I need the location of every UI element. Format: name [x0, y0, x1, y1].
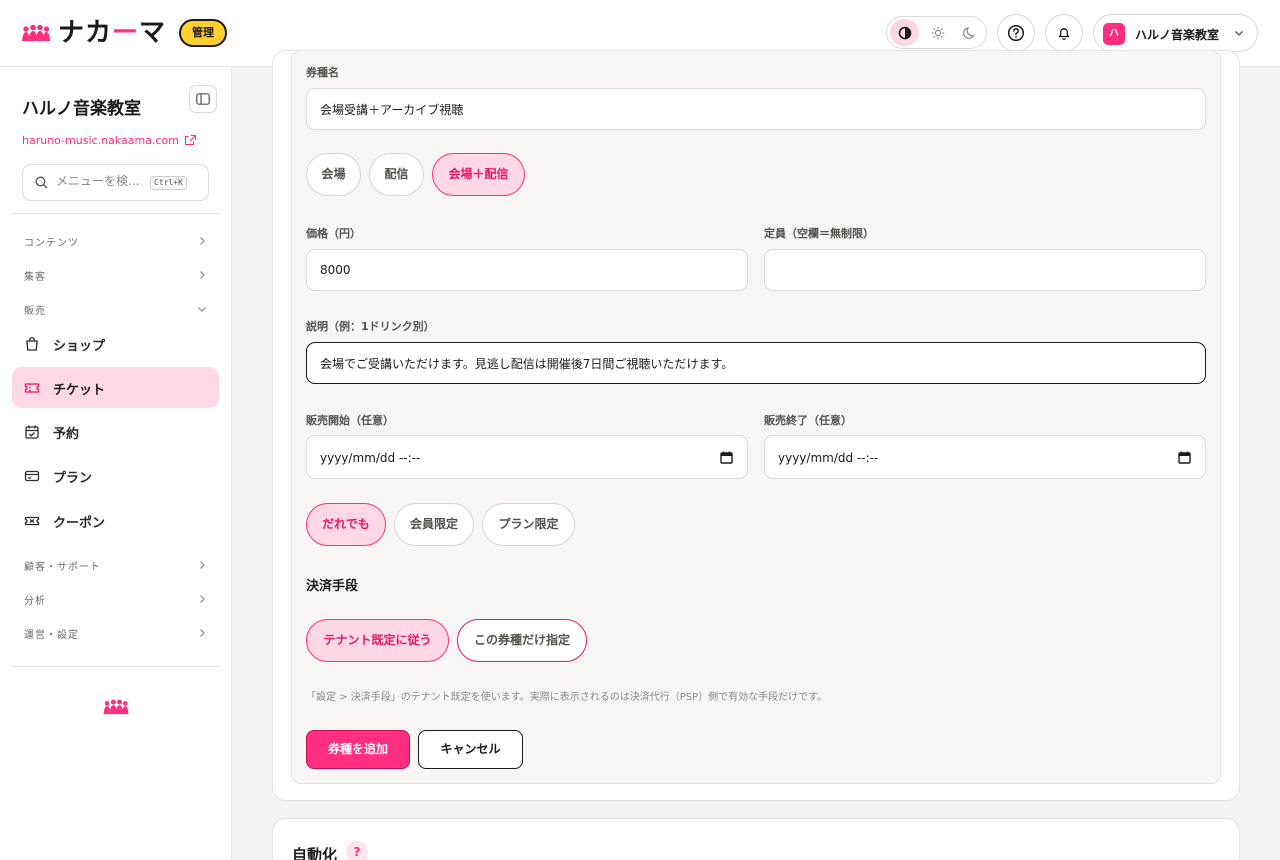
price-label: 価格（円）	[306, 227, 361, 240]
format-option-stream[interactable]: 配信	[369, 153, 424, 196]
sidebar-item-ticket[interactable]: チケット	[12, 367, 219, 408]
payment-method-heading: 決済手段	[306, 579, 359, 594]
chevron-right-icon	[200, 595, 205, 603]
nav-group-sales[interactable]: 販売	[12, 300, 219, 320]
theme-switcher	[886, 16, 987, 49]
payment-hint: 「設定 > 決済手段」のテナント既定を使います。実際に表示されるのは決済代行（P…	[306, 692, 828, 703]
sidebar-item-reservation[interactable]: 予約	[12, 411, 219, 452]
format-option-venue[interactable]: 会場	[306, 153, 361, 196]
coupon-icon	[24, 516, 40, 526]
sidebar-panel-icon	[196, 93, 210, 105]
ticket-name-label: 券種名	[306, 66, 339, 79]
calendar-icon	[720, 451, 733, 464]
chevron-right-icon	[200, 237, 205, 245]
date-placeholder: yyyy/mm/dd --:--	[320, 451, 421, 465]
nav-group-analytics[interactable]: 分析	[12, 590, 219, 610]
sidebar-item-label: クーポン	[53, 516, 106, 531]
contrast-icon	[898, 26, 911, 39]
site-domain-text: haruno-music.nakaama.com	[22, 134, 179, 147]
sale-end-label: 販売終了（任意）	[764, 414, 852, 427]
admin-badge: 管理	[179, 19, 227, 47]
nav-group-label: 集客	[24, 272, 46, 283]
app-logo[interactable]: ナカーマ	[22, 19, 166, 47]
bag-icon	[26, 336, 38, 351]
tenant-switcher[interactable]: ハ ハルノ音楽教室	[1093, 14, 1258, 52]
sidebar-divider	[12, 213, 219, 214]
sidebar-collapse-button[interactable]	[189, 85, 217, 113]
payment-option-tenant-default[interactable]: テナント既定に従う	[306, 619, 449, 662]
sidebar: ハルノ音楽教室 haruno-music.nakaama.com Ctrl+K …	[0, 67, 232, 860]
help-circle-icon	[1007, 24, 1025, 42]
chevron-right-icon	[200, 561, 205, 569]
nav-group-label: 顧客・サポート	[24, 562, 101, 573]
help-button[interactable]	[997, 14, 1035, 52]
sidebar-divider	[12, 666, 219, 667]
sidebar-item-shop[interactable]: ショップ	[12, 323, 219, 364]
nav-group-label: 分析	[24, 596, 46, 607]
description-label: 説明（例：1ドリンク別）	[306, 320, 435, 333]
payment-option-custom[interactable]: この券種だけ指定	[457, 619, 587, 662]
price-input[interactable]	[306, 249, 748, 291]
calendar-icon	[1178, 451, 1191, 464]
nav-group-label: コンテンツ	[24, 238, 79, 249]
menu-search-box[interactable]: Ctrl+K	[22, 164, 209, 201]
audience-option-plan[interactable]: プラン限定	[482, 503, 575, 546]
menu-search-input[interactable]	[56, 174, 148, 188]
capacity-label: 定員（空欄＝無制限）	[764, 227, 874, 240]
sale-end-input[interactable]: yyyy/mm/dd --:--	[764, 435, 1206, 479]
sidebar-item-label: プラン	[53, 471, 93, 486]
nav-group-marketing[interactable]: 集客	[12, 266, 219, 286]
chevron-down-icon	[198, 307, 206, 312]
add-ticket-type-button[interactable]: 券種を追加	[306, 730, 410, 769]
sidebar-item-label: ショップ	[53, 339, 106, 354]
sidebar-item-label: 予約	[53, 427, 80, 442]
calendar-check-icon	[25, 425, 39, 439]
nav-group-label: 販売	[24, 306, 46, 317]
chevron-right-icon	[200, 629, 205, 637]
sale-start-input[interactable]: yyyy/mm/dd --:--	[306, 435, 748, 479]
ticket-icon	[24, 383, 40, 393]
logo-wordmark: ナカーマ	[58, 18, 167, 48]
cancel-button[interactable]: キャンセル	[418, 730, 523, 769]
automation-title: 自動化	[292, 846, 338, 860]
sidebar-tenant-title: ハルノ音楽教室	[22, 99, 141, 119]
community-logo-icon	[22, 24, 50, 41]
ticket-type-form	[291, 50, 1221, 784]
format-option-venue-stream[interactable]: 会場＋配信	[432, 153, 525, 196]
tenant-name: ハルノ音楽教室	[1135, 28, 1220, 42]
theme-auto-button[interactable]	[890, 19, 919, 46]
nav-group-label: 運営・設定	[24, 630, 79, 641]
description-input[interactable]	[306, 342, 1206, 384]
ticket-name-input[interactable]	[306, 88, 1206, 130]
nav-group-settings[interactable]: 運営・設定	[12, 624, 219, 644]
site-domain-link[interactable]: haruno-music.nakaama.com	[22, 134, 196, 147]
automation-card: 自動化 ?	[272, 818, 1240, 860]
community-logo-icon	[103, 699, 129, 715]
sidebar-item-plan[interactable]: プラン	[12, 455, 219, 496]
search-icon	[35, 176, 48, 189]
nav-group-contents[interactable]: コンテンツ	[12, 232, 219, 252]
sun-icon	[931, 26, 944, 39]
sale-start-label: 販売開始（任意）	[306, 414, 394, 427]
audience-option-members[interactable]: 会員限定	[394, 503, 474, 546]
capacity-input[interactable]	[764, 249, 1206, 291]
search-shortcut-hint: Ctrl+K	[150, 176, 187, 190]
notifications-button[interactable]	[1045, 14, 1083, 52]
bell-icon	[1058, 28, 1070, 40]
card-icon	[24, 470, 40, 482]
moon-icon	[962, 26, 975, 39]
automation-help-icon[interactable]: ?	[346, 841, 368, 860]
chevron-down-icon	[1235, 31, 1243, 36]
chevron-right-icon	[200, 271, 205, 279]
date-placeholder: yyyy/mm/dd --:--	[778, 451, 879, 465]
external-link-icon	[184, 135, 196, 146]
sidebar-item-coupon[interactable]: クーポン	[12, 500, 219, 541]
sidebar-item-label: チケット	[53, 383, 106, 398]
theme-dark-button[interactable]	[955, 19, 984, 46]
audience-option-anyone[interactable]: だれでも	[306, 503, 386, 546]
theme-light-button[interactable]	[923, 19, 952, 46]
tenant-avatar: ハ	[1103, 23, 1125, 45]
nav-group-customer[interactable]: 顧客・サポート	[12, 556, 219, 576]
